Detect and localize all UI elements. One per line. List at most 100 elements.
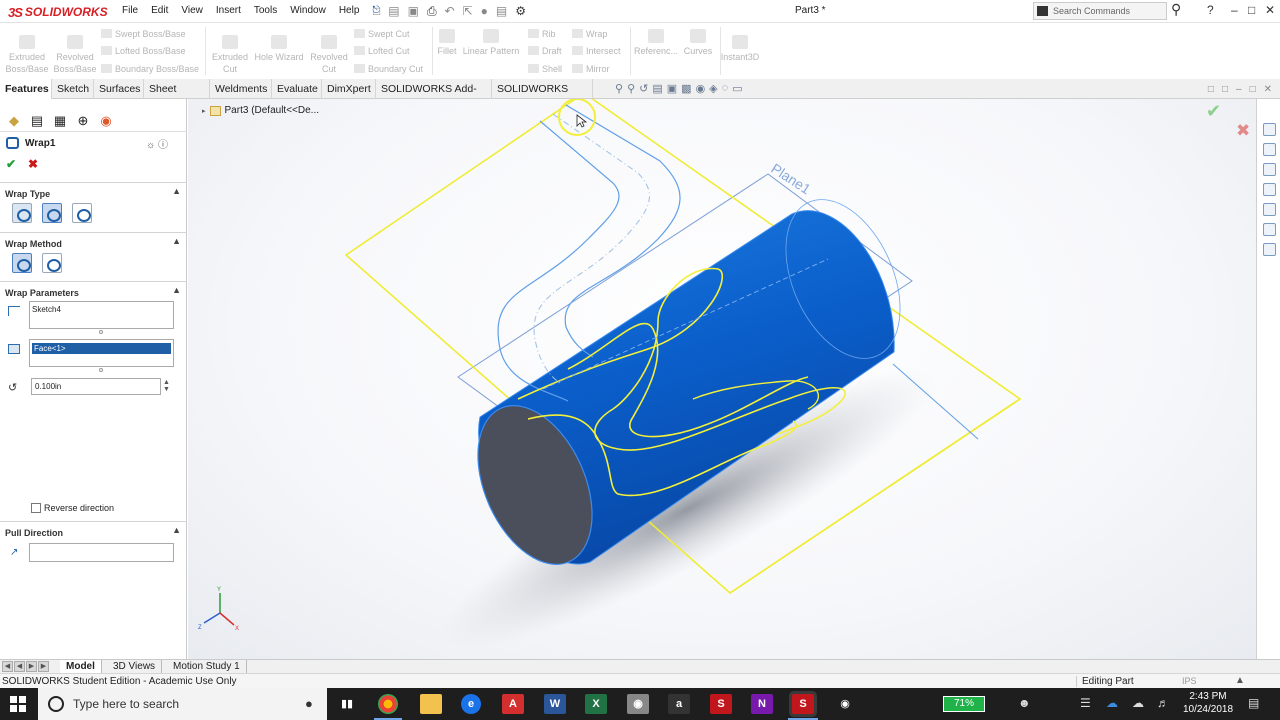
save-icon[interactable]: ▣ (408, 4, 419, 19)
onenote-icon[interactable]: N (751, 694, 773, 714)
menu-window[interactable]: Window (290, 5, 326, 16)
chrome-icon[interactable] (374, 694, 402, 720)
tab-features[interactable]: Features (0, 79, 52, 99)
menu-view[interactable]: View (181, 5, 203, 16)
lofted-cut-button[interactable]: Lofted Cut (354, 46, 410, 56)
menu-insert[interactable]: Insert (216, 5, 241, 16)
search-icon[interactable]: ⚲ (1171, 1, 1181, 18)
confirm-check-icon[interactable]: ✔ (1206, 101, 1221, 122)
revolved-boss-button[interactable]: Revolved Boss/Base (52, 35, 98, 75)
search-commands-field[interactable]: Search Commands (1033, 2, 1167, 20)
next-tab-icon[interactable]: ▶ (26, 661, 37, 672)
solidworks-logo[interactable]: 3S SOLIDWORKS (8, 3, 108, 21)
emboss-type-button[interactable] (12, 203, 32, 223)
shell-button[interactable]: Shell (528, 64, 562, 74)
view-settings-icon[interactable]: ▭ (732, 82, 742, 95)
viewport-minimize-icon[interactable]: – (1236, 84, 1242, 95)
status-units[interactable]: IPS (1182, 676, 1197, 686)
acrobat-icon[interactable]: A (502, 694, 524, 714)
viewport-close-icon[interactable]: ✕ (1264, 84, 1272, 95)
menu-help[interactable]: Help (339, 5, 360, 16)
solidworks-2017-icon[interactable]: S (710, 694, 732, 714)
scribe-type-button[interactable] (72, 203, 92, 223)
tab-sheet-metal[interactable]: Sheet Metal (144, 79, 210, 115)
status-options-icon[interactable]: ▲ (1235, 675, 1245, 686)
restore-button[interactable]: □ (1248, 3, 1255, 17)
linear-pattern-button[interactable]: Linear Pattern (462, 29, 520, 57)
help-icon[interactable]: ? (1207, 3, 1214, 17)
paint-icon[interactable]: ◉ (627, 694, 649, 714)
intersect-button[interactable]: Intersect (572, 46, 621, 56)
tab-motion-study-1[interactable]: Motion Study 1 (167, 660, 247, 673)
taskbar-search-box[interactable]: Type here to search ● (38, 688, 327, 720)
display-manager-icon[interactable]: ◉ (98, 113, 114, 129)
prev-tab-icon[interactable]: ◀ (14, 661, 25, 672)
forum-icon[interactable] (1263, 243, 1276, 256)
appearances-icon[interactable] (1263, 203, 1276, 216)
view-palette-icon[interactable] (1263, 183, 1276, 196)
swept-boss-button[interactable]: Swept Boss/Base (101, 29, 186, 39)
help-icon[interactable]: ☼ ⓘ (146, 136, 168, 151)
hole-wizard-button[interactable]: Hole Wizard (253, 35, 305, 63)
onedrive-icon[interactable]: ☁ (1106, 696, 1118, 710)
section-view-icon[interactable]: ▤ (652, 82, 662, 95)
options-icon[interactable]: ⚙ (515, 4, 526, 19)
tab-evaluate[interactable]: Evaluate (272, 79, 322, 99)
dimxpert-manager-icon[interactable]: ⊕ (75, 113, 91, 129)
menu-edit[interactable]: Edit (151, 5, 168, 16)
new-icon[interactable]: □ (373, 4, 380, 19)
feature-manager-icon[interactable]: ◆ (6, 113, 22, 129)
part-name[interactable]: Part3 (Default<<De... (225, 105, 320, 116)
configuration-manager-icon[interactable]: ▦ (52, 113, 68, 129)
task-view-icon[interactable]: ▮▮ (336, 694, 358, 714)
reverse-direction-checkbox[interactable] (31, 503, 41, 513)
previous-view-icon[interactable]: ↺ (639, 82, 648, 95)
instant3d-button[interactable]: Instant3D (718, 35, 762, 63)
people-icon[interactable]: ☻ (1018, 696, 1031, 710)
tab-weldments[interactable]: Weldments (210, 79, 272, 99)
volume-icon[interactable]: ♬ (1157, 696, 1169, 710)
tab-dimxpert[interactable]: DimXpert (322, 79, 376, 99)
reference-geometry-button[interactable]: Referenc... (634, 29, 678, 57)
analytical-method-button[interactable] (12, 253, 32, 273)
menu-tools[interactable]: Tools (254, 5, 277, 16)
rebuild-icon[interactable]: ● (481, 4, 488, 19)
property-manager-icon[interactable]: ▤ (29, 113, 45, 129)
face-for-wrap-field[interactable]: Face<1> (29, 339, 174, 367)
ok-check-icon[interactable]: ✔ (6, 157, 16, 171)
confirm-cancel-icon[interactable]: ✖ (1236, 121, 1250, 141)
word-icon[interactable]: W (544, 694, 566, 714)
print-icon[interactable]: ⎙ (427, 4, 437, 19)
amazon-icon[interactable]: a (668, 694, 690, 714)
spline-surface-method-button[interactable] (42, 253, 62, 273)
solidworks-running-icon[interactable]: S (788, 694, 818, 720)
collapse-caret-icon[interactable]: ▲ (172, 186, 181, 196)
fillet-button[interactable]: Fillet (436, 29, 458, 57)
edit-appearance-icon[interactable]: ◈ (709, 82, 717, 95)
view-orientation-icon[interactable]: ▣ (667, 82, 677, 95)
lofted-boss-button[interactable]: Lofted Boss/Base (101, 46, 186, 56)
battery-indicator[interactable]: 71% (943, 696, 985, 712)
display-style-icon[interactable]: ▩ (681, 82, 691, 95)
file-properties-icon[interactable]: ▤ (496, 4, 507, 19)
first-tab-icon[interactable]: ◀ (2, 661, 13, 672)
tab-solidworks-mbd[interactable]: SOLIDWORKS MBD (492, 79, 593, 115)
apply-scene-icon[interactable]: ◌ (722, 82, 729, 95)
viewport-maximize-icon[interactable]: □ (1250, 84, 1256, 95)
last-tab-icon[interactable]: ▶ (38, 661, 49, 672)
solidworks-resources-icon[interactable] (1263, 123, 1276, 136)
mirror-button[interactable]: Mirror (572, 64, 610, 74)
edge-icon[interactable]: e (461, 694, 481, 714)
boundary-cut-button[interactable]: Boundary Cut (354, 64, 423, 74)
reverse-direction-option[interactable]: Reverse direction (31, 503, 114, 513)
deboss-type-button[interactable] (42, 203, 62, 223)
hide-show-icon[interactable]: ◉ (696, 82, 706, 95)
custom-properties-icon[interactable] (1263, 223, 1276, 236)
collapse-caret-icon[interactable]: ▲ (172, 285, 181, 295)
boundary-boss-button[interactable]: Boundary Boss/Base (101, 64, 199, 74)
feature-tree-flyout[interactable]: ▸ Part3 (Default<<De... (202, 105, 319, 116)
tab-sketch[interactable]: Sketch (52, 79, 94, 99)
recording-app-icon[interactable]: ◉ (834, 694, 856, 714)
design-library-icon[interactable] (1263, 143, 1276, 156)
undo-icon[interactable]: ↶ (445, 4, 455, 19)
